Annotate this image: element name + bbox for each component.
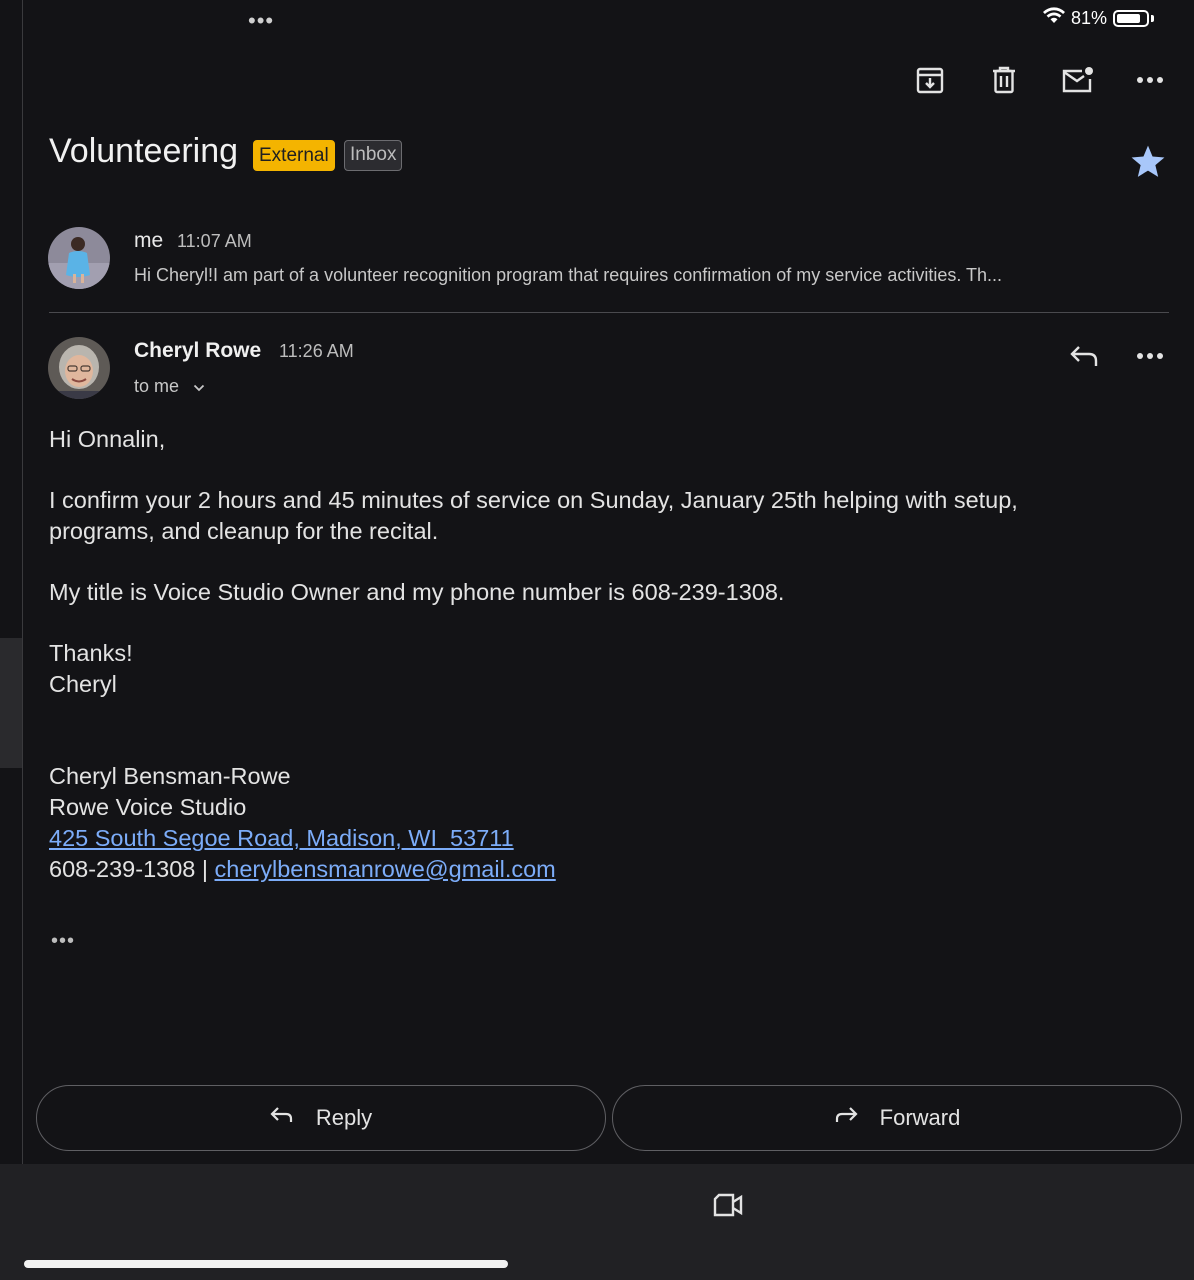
video-camera-icon[interactable] — [708, 1185, 748, 1225]
signature-address-link[interactable]: 425 South Segoe Road, Madison, WI 53711 — [49, 823, 514, 854]
body-greeting: Hi Onnalin, — [49, 426, 166, 452]
reply-icon — [270, 1105, 294, 1131]
avatar-me[interactable] — [48, 227, 110, 289]
star-icon[interactable] — [1129, 144, 1167, 185]
label-external: External — [253, 140, 335, 171]
wifi-icon — [1042, 7, 1065, 29]
reply-label: Reply — [315, 1105, 373, 1130]
recipient-details-toggle[interactable]: to me — [134, 376, 205, 397]
avatar-cheryl-rowe[interactable] — [48, 337, 110, 399]
divider — [49, 312, 1169, 313]
left-rail — [0, 0, 23, 1164]
mark-unread-icon[interactable] — [1057, 60, 1097, 100]
trash-icon[interactable] — [984, 60, 1024, 100]
sender-name: me — [134, 229, 164, 252]
signature-email-link[interactable]: cherylbensmanrowe@gmail.com — [215, 856, 556, 882]
forward-icon — [834, 1105, 858, 1131]
forward-label: Forward — [879, 1105, 961, 1130]
reply-button[interactable]: Reply — [36, 1085, 606, 1151]
multitasking-dots[interactable]: ••• — [248, 8, 274, 34]
more-options-icon[interactable] — [1130, 60, 1170, 100]
chevron-down-icon — [193, 376, 205, 397]
body-paragraph-line: programs, and cleanup for the recital. — [49, 518, 439, 544]
reply-icon[interactable] — [1064, 336, 1104, 376]
body-paragraph-line: I confirm your 2 hours and 45 minutes of… — [49, 487, 1018, 513]
recipient-label: to me — [134, 376, 180, 396]
show-trimmed-content-button[interactable]: ••• — [51, 930, 75, 953]
message-time: 11:26 AM — [279, 341, 354, 361]
body-paragraph: My title is Voice Studio Owner and my ph… — [49, 579, 785, 605]
battery-percent: 81% — [1070, 7, 1107, 28]
sender-name[interactable]: Cheryl Rowe — [134, 339, 261, 363]
label-inbox[interactable]: Inbox — [344, 140, 403, 171]
home-indicator[interactable] — [24, 1260, 508, 1268]
signature-name: Cheryl Bensman-Rowe — [49, 763, 291, 789]
message-snippet[interactable]: Hi Cheryl!I am part of a volunteer recog… — [134, 265, 1002, 286]
message-more-icon[interactable] — [1130, 336, 1170, 376]
forward-button[interactable]: Forward — [612, 1085, 1182, 1151]
body-signoff: Cheryl — [49, 671, 117, 697]
status-bar: 81% — [1042, 7, 1154, 29]
email-subject: Volunteering — [49, 132, 239, 170]
body-thanks: Thanks! — [49, 640, 133, 666]
archive-icon[interactable] — [910, 60, 950, 100]
signature-company: Rowe Voice Studio — [49, 794, 247, 820]
sidebar-drag-handle[interactable] — [0, 638, 22, 768]
battery-icon — [1113, 9, 1149, 27]
message-time: 11:07 AM — [177, 231, 252, 251]
signature-contact: 608-239-1308 | cherylbensmanrowe@gmail.c… — [49, 854, 556, 885]
signature-phone: 608-239-1308 | — [49, 856, 215, 882]
